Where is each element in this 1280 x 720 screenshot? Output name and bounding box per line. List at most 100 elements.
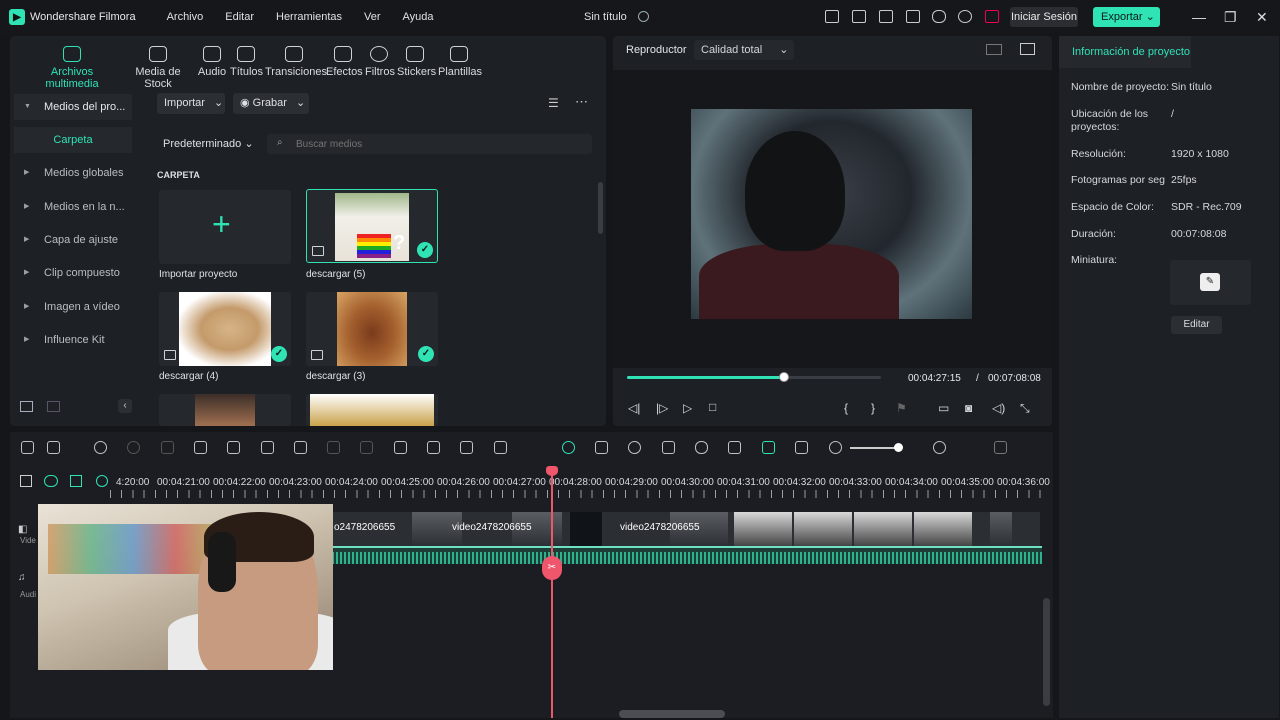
marker-icon[interactable]: ⚑ — [896, 401, 907, 415]
text-icon[interactable] — [261, 441, 274, 454]
mark-out-icon[interactable]: } — [871, 401, 875, 415]
timeline-horizontal-scrollbar[interactable] — [619, 710, 725, 718]
media-scrollbar[interactable] — [598, 182, 603, 234]
media-item-partial[interactable] — [306, 394, 438, 426]
progress-knob[interactable] — [779, 372, 790, 382]
camera-icon[interactable]: ◙ — [965, 401, 972, 415]
timeline-ruler[interactable]: 4:20:00 00:04:21:00 00:04:22:00 00:04:23… — [10, 468, 1053, 500]
grid-view-icon[interactable] — [986, 44, 1002, 55]
player-tab[interactable]: Reproductor — [626, 44, 687, 56]
sidebar-item-image-to-video[interactable]: ▶ Imagen a vídeo — [14, 294, 132, 320]
menu-archivo[interactable]: Archivo — [167, 11, 204, 23]
sidebar-item-influence-kit[interactable]: ▶ Influence Kit — [14, 327, 132, 353]
volume-icon[interactable]: ◁) — [992, 401, 1005, 415]
stop-icon[interactable]: □ — [709, 400, 716, 414]
color-icon[interactable] — [327, 441, 340, 454]
record-dropdown[interactable]: ◉ Grabar ⌄ — [233, 93, 309, 114]
effects-icon[interactable] — [360, 441, 373, 454]
zoom-slider[interactable] — [850, 443, 903, 452]
ai-tool-icon[interactable] — [394, 441, 407, 454]
search-input[interactable] — [296, 136, 576, 152]
microphone-icon[interactable] — [695, 441, 708, 454]
add-track-icon[interactable] — [20, 475, 32, 487]
close-icon[interactable]: ✕ — [1256, 9, 1268, 26]
playhead[interactable]: ✂ — [542, 466, 562, 718]
sidebar-item-global-media[interactable]: ▶ Medios globales — [14, 160, 132, 186]
tool-audio[interactable]: Audio — [196, 46, 228, 78]
snap-icon[interactable] — [762, 441, 775, 454]
delete-icon[interactable] — [161, 441, 174, 454]
media-item-partial[interactable] — [159, 394, 291, 426]
import-dropdown[interactable]: Importar ⌄ — [157, 93, 225, 114]
sidebar-item-adjustment-layer[interactable]: ▶ Capa de ajuste — [14, 227, 132, 253]
menu-editar[interactable]: Editar — [225, 11, 254, 23]
magnet-icon[interactable] — [70, 475, 82, 487]
next-frame-icon[interactable]: |▷ — [656, 401, 668, 415]
zoom-in-icon[interactable] — [933, 441, 946, 454]
sort-dropdown[interactable]: Predeterminado ⌄ — [163, 137, 254, 150]
thumbnail-box[interactable]: ✎ — [1170, 260, 1251, 305]
apps-grid-icon[interactable] — [985, 10, 999, 23]
save-icon[interactable] — [906, 10, 920, 23]
import-project-tile[interactable]: + — [159, 190, 291, 264]
collapse-sidebar-icon[interactable]: ‹ — [118, 399, 132, 413]
crop-icon[interactable] — [294, 441, 307, 454]
folder-icon[interactable] — [47, 401, 60, 412]
fit-icon[interactable] — [795, 441, 808, 454]
scissors-icon[interactable]: ✂ — [542, 556, 562, 580]
menu-herramientas[interactable]: Herramientas — [276, 11, 342, 23]
login-button[interactable]: Iniciar Sesión — [1010, 7, 1078, 27]
sidebar-item-project-media[interactable]: ▼ Medios del pro... — [14, 94, 132, 120]
marker-track-icon[interactable] — [96, 475, 108, 487]
translate-icon[interactable] — [460, 441, 473, 454]
media-item-descargar-5[interactable]: ? ✓ — [306, 189, 438, 263]
clipboard-icon[interactable] — [852, 10, 866, 23]
prev-frame-icon[interactable]: ◁| — [628, 401, 640, 415]
cloud-icon[interactable] — [932, 10, 946, 23]
media-item-descargar-3[interactable]: ✓ — [306, 292, 438, 366]
media-item-descargar-4[interactable]: ✓ — [159, 292, 291, 366]
auto-reframe-icon[interactable] — [595, 441, 608, 454]
snapshot-image-icon[interactable] — [1020, 43, 1035, 55]
layout-grid-icon[interactable] — [21, 441, 34, 454]
sidebar-item-carpeta[interactable]: Carpeta — [14, 127, 132, 153]
speed-icon[interactable] — [628, 441, 641, 454]
playhead-handle[interactable] — [546, 466, 558, 476]
mark-in-icon[interactable]: { — [844, 401, 848, 415]
playback-progress[interactable] — [627, 372, 881, 382]
link-track-icon[interactable] — [44, 475, 58, 487]
redo-icon[interactable] — [127, 441, 140, 454]
layout-icon[interactable] — [879, 10, 893, 23]
tool-media[interactable]: Archivos multimedia — [26, 46, 118, 90]
track-settings-icon[interactable] — [994, 441, 1007, 454]
export-button[interactable]: Exportar ⌄ — [1093, 7, 1160, 27]
render-icon[interactable] — [562, 441, 575, 454]
tool-effects[interactable]: Efectos — [326, 46, 363, 78]
new-folder-icon[interactable] — [20, 401, 33, 412]
display-icon[interactable]: ▭ — [938, 401, 949, 415]
timeline-vertical-scrollbar[interactable] — [1043, 598, 1050, 706]
menu-ayuda[interactable]: Ayuda — [403, 11, 434, 23]
restore-icon[interactable]: ❐ — [1224, 9, 1237, 26]
minimize-icon[interactable]: — — [1192, 9, 1206, 25]
shield-icon[interactable] — [662, 441, 675, 454]
more-options-icon[interactable]: ⋯ — [575, 94, 588, 110]
edit-button[interactable]: Editar — [1171, 316, 1222, 334]
fullscreen-icon[interactable]: ⤡ — [1020, 401, 1030, 416]
split-icon[interactable] — [194, 441, 207, 454]
headset-icon[interactable] — [958, 10, 972, 23]
audio-waveform[interactable] — [332, 546, 1042, 564]
sidebar-item-compound-clip[interactable]: ▶ Clip compuesto — [14, 260, 132, 286]
send-icon[interactable] — [825, 10, 839, 23]
sidebar-item-cloud-media[interactable]: ▶ Medios en la n... — [14, 194, 132, 220]
subtitles-icon[interactable] — [728, 441, 741, 454]
filter-icon[interactable]: ☰ — [548, 96, 559, 110]
zoom-out-icon[interactable] — [829, 441, 842, 454]
tool-titles[interactable]: Títulos — [230, 46, 263, 78]
select-tool-icon[interactable] — [47, 441, 60, 454]
video-clip[interactable]: o2478206655 video2478206655 — [332, 512, 602, 546]
tab-project-info[interactable]: Información de proyecto — [1059, 36, 1191, 68]
zoom-slider-knob[interactable] — [894, 443, 903, 452]
tool-filters[interactable]: Filtros — [365, 46, 395, 78]
tool-templates[interactable]: Plantillas — [438, 46, 482, 78]
